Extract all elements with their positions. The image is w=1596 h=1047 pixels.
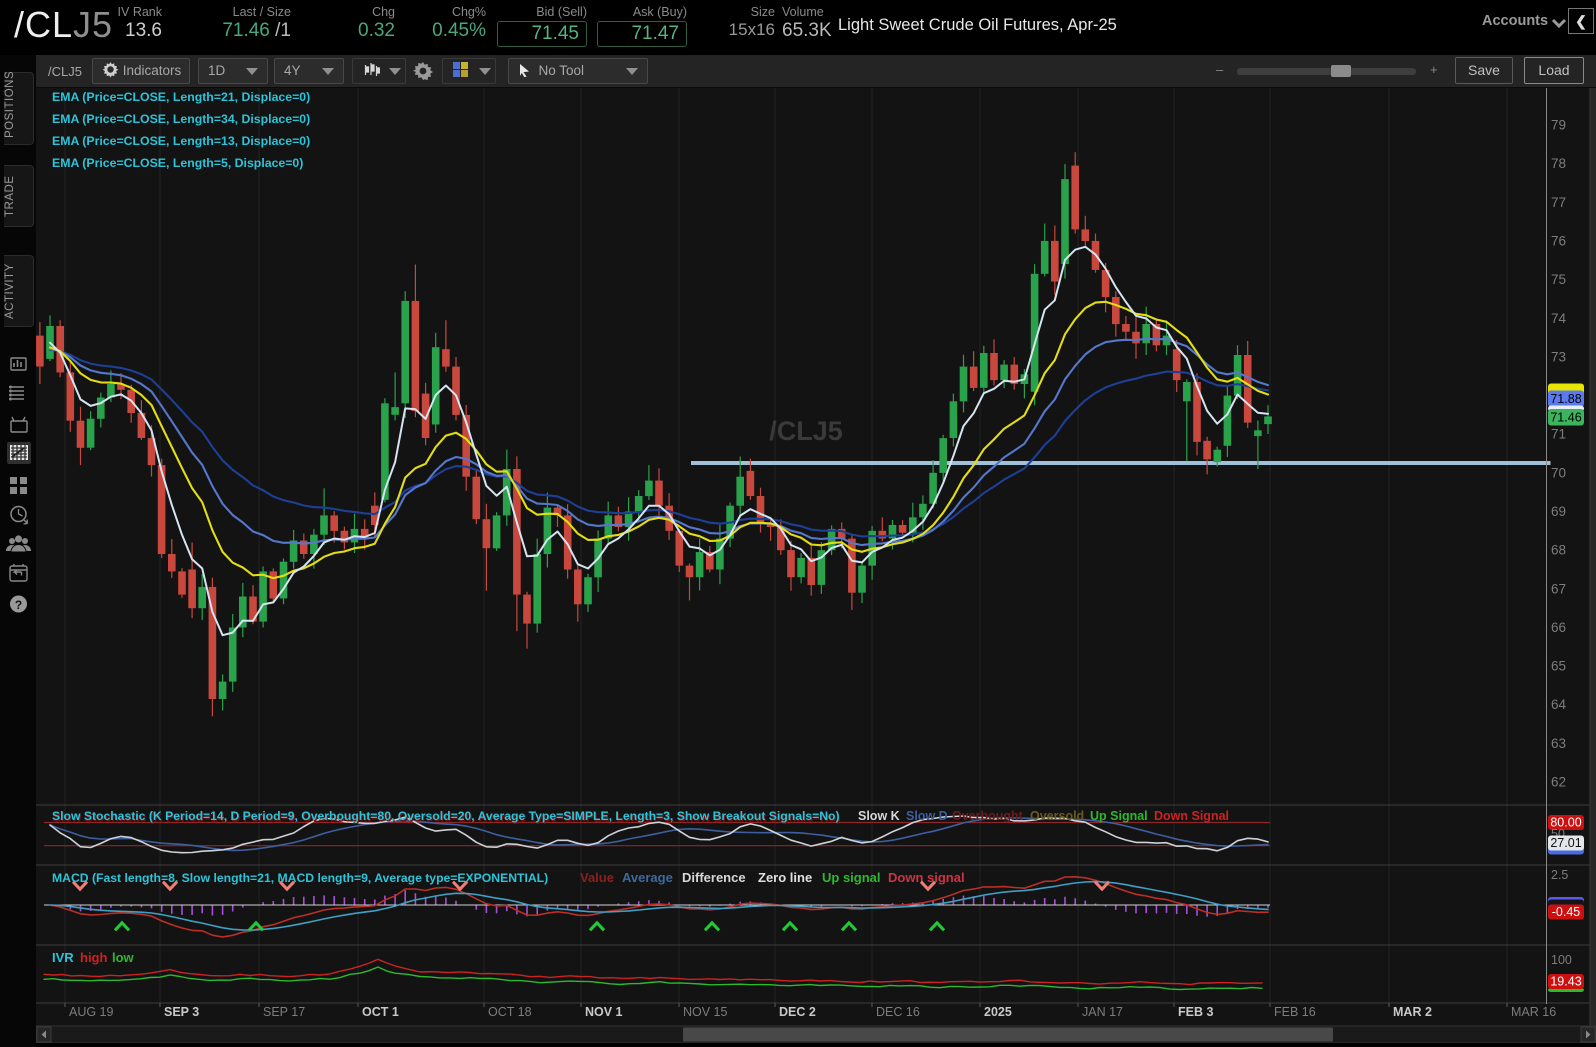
svg-text:FEB 16: FEB 16 — [1274, 1005, 1316, 1019]
svg-text:65: 65 — [1551, 659, 1566, 674]
svg-text:Average: Average — [622, 870, 673, 885]
svg-text:FEB 3: FEB 3 — [1178, 1005, 1213, 1019]
svg-text:Slow Stochastic (K Period=14,: Slow Stochastic (K Period=14, D Period=9… — [52, 809, 840, 823]
svg-text:68: 68 — [1551, 543, 1566, 558]
svg-text:DEC 2: DEC 2 — [779, 1005, 816, 1019]
svg-text:62: 62 — [1551, 775, 1566, 790]
svg-text:NOV 1: NOV 1 — [585, 1005, 623, 1019]
svg-text:MAR 16: MAR 16 — [1511, 1005, 1556, 1019]
svg-text:77: 77 — [1551, 195, 1566, 210]
svg-text:70: 70 — [1551, 465, 1566, 480]
svg-text:EMA (Price=CLOSE, Length=5, Di: EMA (Price=CLOSE, Length=5, Displace=0) — [52, 156, 303, 170]
svg-text:19.43: 19.43 — [1550, 975, 1581, 989]
svg-text:67: 67 — [1551, 581, 1566, 596]
svg-text:MACD (Fast length=8, Slow leng: MACD (Fast length=8, Slow length=21, MAC… — [52, 871, 548, 885]
svg-text:EMA (Price=CLOSE, Length=21, D: EMA (Price=CLOSE, Length=21, Displace=0) — [52, 90, 310, 104]
svg-text:Down Signal: Down Signal — [1154, 809, 1229, 823]
svg-text:78: 78 — [1551, 156, 1566, 171]
svg-text:69: 69 — [1551, 504, 1566, 519]
svg-text:EMA (Price=CLOSE, Length=34, D: EMA (Price=CLOSE, Length=34, Displace=0) — [52, 112, 310, 126]
svg-text:100: 100 — [1551, 953, 1572, 967]
svg-text:Up Signal: Up Signal — [1090, 809, 1148, 823]
svg-text:?: ? — [15, 598, 22, 612]
svg-text:Difference: Difference — [682, 870, 746, 885]
svg-text:73: 73 — [1551, 349, 1566, 364]
svg-text:76: 76 — [1551, 233, 1566, 248]
svg-text:OCT 18: OCT 18 — [488, 1005, 532, 1019]
svg-text:EMA (Price=CLOSE, Length=13, D: EMA (Price=CLOSE, Length=13, Displace=0) — [52, 134, 310, 148]
svg-text:IVR: IVR — [52, 950, 74, 965]
svg-text:27.01: 27.01 — [1550, 836, 1581, 850]
svg-text:74: 74 — [1551, 311, 1567, 326]
svg-text:71: 71 — [1551, 427, 1566, 442]
svg-text:2025: 2025 — [984, 1005, 1012, 1019]
svg-text:Oversold: Oversold — [1030, 809, 1084, 823]
svg-text:low: low — [112, 950, 135, 965]
svg-text:Slow K: Slow K — [858, 809, 900, 823]
svg-text:79: 79 — [1551, 118, 1566, 133]
svg-text:Up signal: Up signal — [822, 870, 881, 885]
svg-text:Zero line: Zero line — [758, 870, 812, 885]
svg-text:Slow D: Slow D — [906, 809, 948, 823]
svg-text:SEP 17: SEP 17 — [263, 1005, 305, 1019]
svg-text:NOV 15: NOV 15 — [683, 1005, 728, 1019]
svg-text:high: high — [80, 950, 107, 965]
svg-text:Overbought: Overbought — [952, 809, 1024, 823]
svg-text:64: 64 — [1551, 697, 1567, 712]
svg-text:AUG 19: AUG 19 — [69, 1005, 114, 1019]
svg-text:OCT 1: OCT 1 — [362, 1005, 399, 1019]
svg-text:2.5: 2.5 — [1551, 868, 1568, 882]
svg-text:DEC 16: DEC 16 — [876, 1005, 920, 1019]
svg-text:SEP 3: SEP 3 — [164, 1005, 199, 1019]
svg-text:71.46: 71.46 — [1550, 410, 1581, 424]
svg-text:Value: Value — [580, 870, 614, 885]
svg-text:MAR 2: MAR 2 — [1393, 1005, 1432, 1019]
svg-text:JAN 17: JAN 17 — [1082, 1005, 1123, 1019]
svg-text:Down signal: Down signal — [888, 870, 965, 885]
svg-text:71.88: 71.88 — [1550, 392, 1581, 406]
svg-text:63: 63 — [1551, 736, 1566, 751]
svg-text:/CLJ5: /CLJ5 — [769, 416, 843, 446]
svg-text:66: 66 — [1551, 620, 1566, 635]
svg-text:75: 75 — [1551, 272, 1566, 287]
svg-text:-0.45: -0.45 — [1552, 905, 1581, 919]
